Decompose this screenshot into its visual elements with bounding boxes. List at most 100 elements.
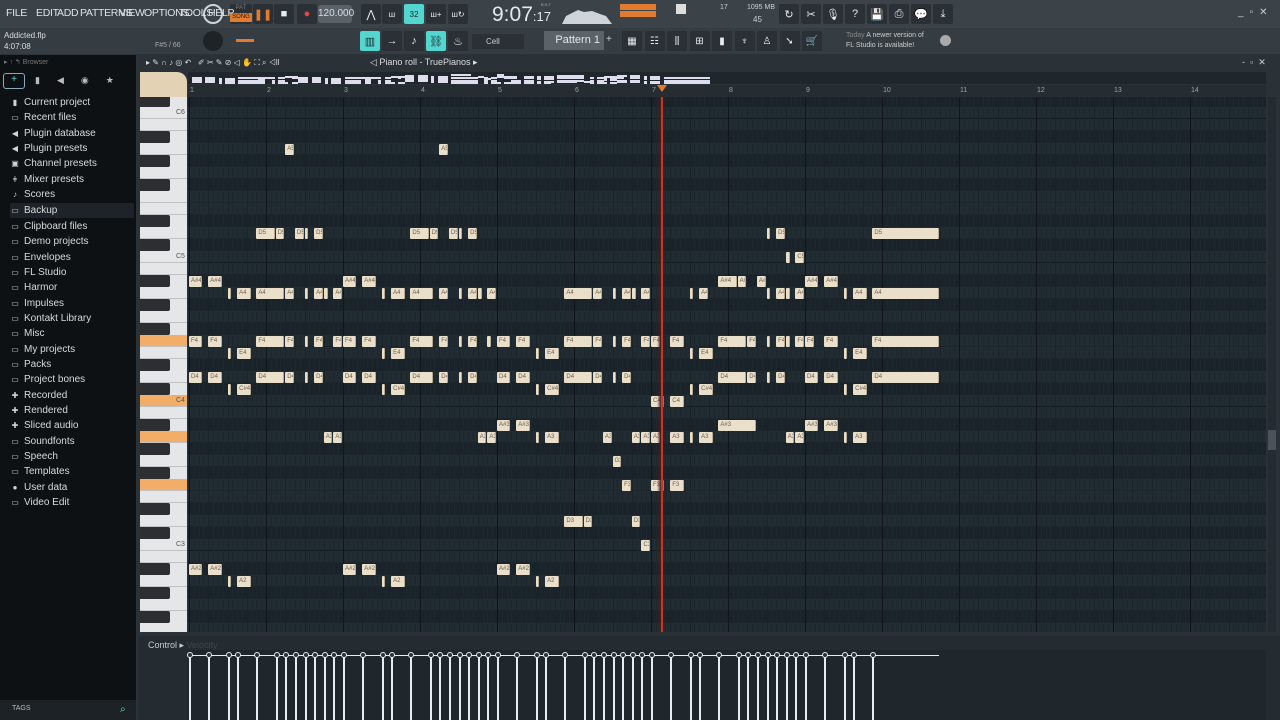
note[interactable]: A2 — [237, 576, 251, 587]
note[interactable]: A3 — [853, 432, 867, 443]
note[interactable] — [843, 288, 848, 299]
note[interactable]: A4 — [410, 288, 434, 299]
velocity-handle[interactable] — [745, 652, 752, 658]
velocity-handle[interactable] — [408, 652, 415, 658]
note[interactable]: A#4 — [343, 276, 357, 287]
velocity-bar[interactable] — [756, 655, 759, 720]
velocity-handle[interactable] — [254, 652, 261, 658]
velocity-handle[interactable] — [456, 652, 463, 658]
note[interactable]: D5 — [429, 228, 439, 239]
note[interactable] — [766, 228, 771, 239]
note[interactable]: A#2 — [362, 564, 376, 575]
note[interactable] — [458, 372, 463, 383]
browser-item[interactable]: ▭ Recent files — [10, 110, 134, 125]
note[interactable]: A3 — [795, 432, 804, 443]
note-grid[interactable]: A5A5D5D5D5D5D5D5D5D5D5D5C5A#4A#4A#4A#4A#… — [188, 97, 1266, 632]
note[interactable]: A#4 — [718, 276, 737, 287]
note[interactable]: E4 — [545, 348, 559, 359]
velocity-bar[interactable] — [275, 655, 278, 720]
menu-help[interactable]: HELP — [208, 7, 235, 19]
white-key[interactable] — [140, 203, 187, 215]
browser-item[interactable]: ✚ Recorded — [10, 388, 134, 403]
note[interactable]: A#2 — [343, 564, 357, 575]
velocity-bar[interactable] — [285, 655, 288, 720]
note[interactable] — [535, 576, 540, 587]
browser-item[interactable]: ▭ Kontakt Library — [10, 311, 134, 326]
note[interactable]: D4 — [285, 372, 294, 383]
velocity-handle[interactable] — [697, 652, 704, 658]
velocity-handle[interactable] — [187, 652, 193, 658]
note[interactable]: F4 — [564, 336, 593, 347]
black-key[interactable] — [140, 443, 170, 455]
note[interactable]: E4 — [853, 348, 867, 359]
velocity-handle[interactable] — [543, 652, 550, 658]
note[interactable]: A4 — [314, 288, 323, 299]
velocity-handle[interactable] — [225, 652, 232, 658]
velocity-bar[interactable] — [477, 655, 480, 720]
tempo-display[interactable]: 120.000 — [318, 5, 354, 23]
record-button[interactable]: ● — [297, 4, 317, 24]
browser-item[interactable]: ▭ Video Edit — [10, 495, 134, 510]
note[interactable] — [381, 576, 386, 587]
white-key[interactable] — [140, 431, 187, 443]
velocity-bar[interactable] — [622, 655, 625, 720]
velocity-bar[interactable] — [631, 655, 634, 720]
velocity-bar[interactable] — [468, 655, 471, 720]
note[interactable]: F4 — [314, 336, 323, 347]
velocity-bar[interactable] — [343, 655, 345, 720]
note[interactable]: F4 — [622, 336, 631, 347]
note[interactable] — [785, 336, 790, 347]
velocity-bar[interactable] — [545, 655, 548, 720]
note[interactable]: A4 — [285, 288, 294, 299]
velocity-bar[interactable] — [641, 655, 644, 720]
black-key[interactable] — [140, 215, 170, 227]
note[interactable]: D4 — [516, 372, 530, 383]
velocity-handle[interactable] — [475, 652, 482, 658]
velocity-bar[interactable] — [670, 655, 673, 720]
white-key[interactable] — [140, 551, 187, 563]
note[interactable]: D5 — [872, 228, 939, 239]
black-key[interactable] — [140, 587, 170, 599]
velocity-bar[interactable] — [323, 655, 326, 720]
note[interactable]: F4 — [189, 336, 203, 347]
note[interactable]: A#3 — [805, 420, 819, 431]
note[interactable]: A3 — [602, 432, 612, 443]
note[interactable]: C#4 — [853, 384, 867, 395]
note[interactable]: A3 — [477, 432, 487, 443]
globe-icon[interactable] — [940, 35, 951, 46]
playhead-marker[interactable] — [656, 85, 667, 92]
note[interactable]: D4 — [872, 372, 939, 383]
note[interactable] — [843, 432, 848, 443]
note[interactable]: A#4 — [737, 276, 747, 287]
black-key[interactable] — [140, 611, 170, 623]
note[interactable]: D4 — [718, 372, 747, 383]
note[interactable]: D5 — [314, 228, 323, 239]
black-key[interactable] — [140, 419, 170, 431]
velocity-bar[interactable] — [766, 655, 769, 720]
note[interactable]: A#3 — [824, 420, 838, 431]
note[interactable]: A4 — [641, 288, 650, 299]
link-icon[interactable]: ⛓ — [426, 31, 446, 51]
note[interactable]: A3 — [323, 432, 333, 443]
velocity-bar[interactable] — [776, 655, 779, 720]
velocity-handle[interactable] — [437, 652, 444, 658]
browser-item[interactable]: ▭ FL Studio — [10, 265, 134, 280]
note[interactable]: A4 — [699, 288, 708, 299]
note[interactable]: A3 — [641, 432, 650, 443]
note[interactable] — [227, 288, 232, 299]
corner-tool[interactable] — [140, 72, 187, 97]
velocity-bar[interactable] — [516, 655, 519, 720]
velocity-bar[interactable] — [256, 655, 259, 720]
browser-item[interactable]: ▭ Templates — [10, 464, 134, 479]
note[interactable] — [323, 288, 328, 299]
velocity-bar[interactable] — [853, 655, 856, 720]
note[interactable] — [477, 288, 482, 299]
download-icon[interactable]: ⤓ — [933, 4, 953, 24]
white-key[interactable] — [140, 479, 187, 491]
note[interactable] — [458, 336, 463, 347]
velocity-bar[interactable] — [805, 655, 807, 720]
black-key[interactable] — [140, 299, 170, 311]
velocity-bar[interactable] — [333, 655, 336, 720]
snap-selector[interactable]: Cell — [472, 34, 524, 49]
note[interactable] — [612, 288, 617, 299]
